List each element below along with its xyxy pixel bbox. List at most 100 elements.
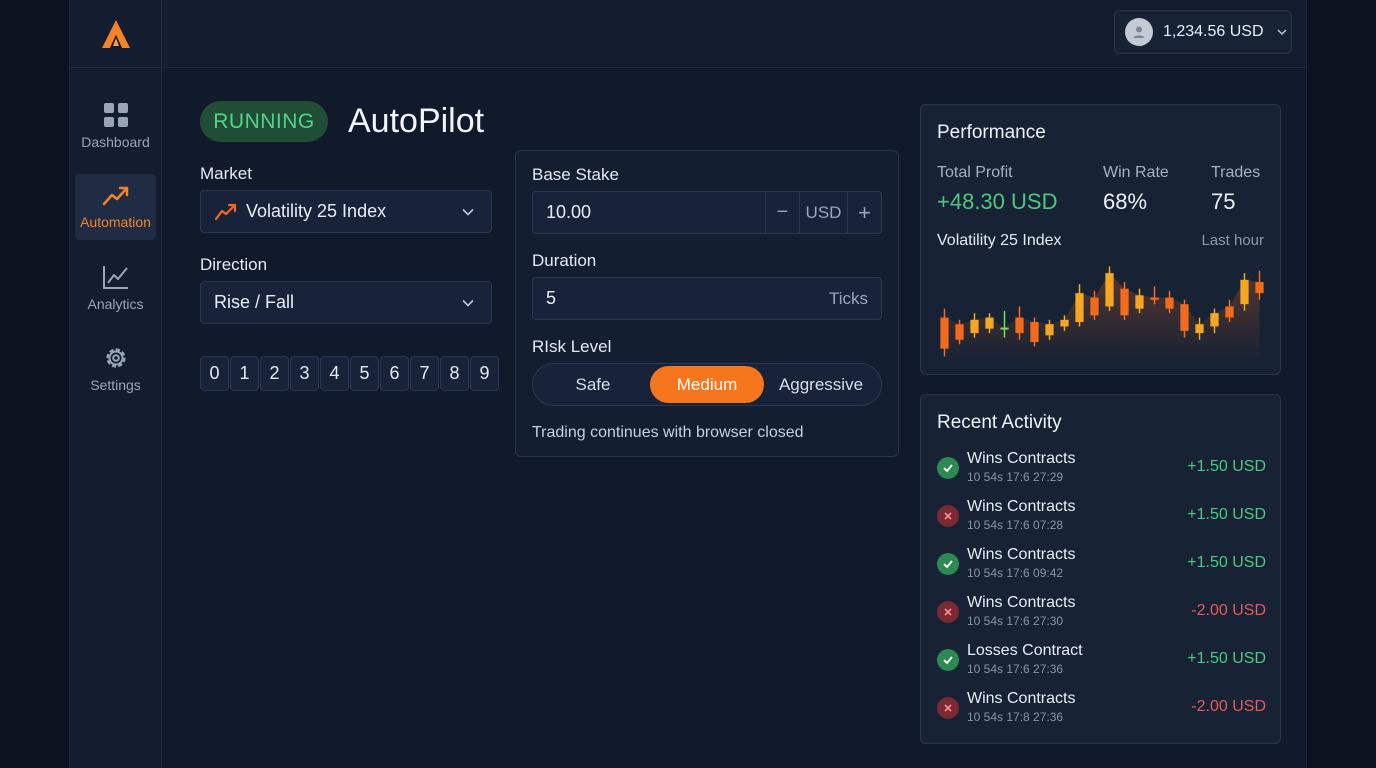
candle-body <box>970 319 979 334</box>
digit-button[interactable]: 3 <box>290 356 319 391</box>
risk-level-toggle: Safe Medium Aggressive <box>532 363 882 406</box>
candle-body <box>1120 288 1129 316</box>
page-title: AutoPilot <box>348 102 485 140</box>
top-bar: 1,234.56 USD <box>70 0 1306 68</box>
sidebar-item-settings[interactable]: Settings <box>75 336 156 402</box>
check-icon <box>937 553 959 575</box>
direction-value: Rise / Fall <box>214 292 295 312</box>
market-select[interactable]: Volatility 25 Index <box>200 190 492 233</box>
activity-time: 10 54s 17:6 09:42 <box>967 566 1064 580</box>
duration-label: Duration <box>532 251 597 270</box>
candle-body <box>1030 322 1039 342</box>
digit-button[interactable]: 0 <box>200 356 229 391</box>
win-rate-value: 68% <box>1103 189 1148 214</box>
chevron-down-icon <box>462 299 474 307</box>
chart-market-label: Volatility 25 Index <box>937 232 1062 249</box>
activity-time: 10 54s 17:6 27:30 <box>967 614 1064 628</box>
chart-range-label: Last hour <box>1201 232 1264 249</box>
close-icon <box>937 505 959 527</box>
chevron-down-icon <box>1276 29 1287 36</box>
candle-body <box>1135 295 1144 309</box>
list-item[interactable]: Wins Contracts 10 54s 17:6 09:42 +1.50 U… <box>937 546 1274 586</box>
risk-option-medium[interactable]: Medium <box>650 366 764 403</box>
list-item[interactable]: Wins Contracts 10 54s 17:6 27:29 +1.50 U… <box>937 450 1274 490</box>
digit-button[interactable]: 9 <box>470 356 499 391</box>
chart-line-icon <box>102 266 128 289</box>
risk-option-safe[interactable]: Safe <box>536 366 650 403</box>
candle-body <box>985 317 994 329</box>
base-stake-input[interactable]: 10.00 <box>533 192 765 233</box>
list-item[interactable]: Wins Contracts 10 54s 17:6 27:30 -2.00 U… <box>937 594 1274 634</box>
digit-button[interactable]: 7 <box>410 356 439 391</box>
candle-body <box>1015 317 1024 334</box>
trend-up-icon <box>102 186 128 206</box>
candle-body <box>1165 297 1174 309</box>
candle-body <box>1075 293 1084 322</box>
candle-body <box>1180 304 1189 331</box>
digit-button[interactable]: 5 <box>350 356 379 391</box>
candle-body <box>1210 313 1219 327</box>
activity-amount: -2.00 USD <box>1191 698 1266 715</box>
increment-button[interactable]: + <box>847 192 881 233</box>
sidebar-item-label: Automation <box>80 214 151 230</box>
candle-body <box>1000 327 1009 330</box>
candle-body <box>940 317 949 349</box>
app-window: 1,234.56 USD Dashboard Automation Analyt… <box>69 0 1307 768</box>
candlestick-chart <box>940 266 1264 362</box>
activity-time: 10 54s 17:6 27:36 <box>967 662 1064 676</box>
logo[interactable] <box>70 0 162 68</box>
total-profit-value: +48.30 USD <box>937 189 1058 214</box>
digit-button[interactable]: 8 <box>440 356 469 391</box>
base-stake-label: Base Stake <box>532 165 619 184</box>
performance-title: Performance <box>937 122 1046 143</box>
candle-body <box>1045 324 1054 336</box>
recent-activity-card: Recent Activity Wins Contracts 10 54s 17… <box>920 394 1281 744</box>
sidebar-item-dashboard[interactable]: Dashboard <box>75 93 156 159</box>
sidebar-item-label: Analytics <box>87 296 144 312</box>
activity-time: 10 54s 17:6 27:29 <box>967 470 1064 484</box>
sidebar-item-label: Settings <box>90 377 141 393</box>
list-item[interactable]: Wins Contracts 10 54s 17:6 07:28 +1.50 U… <box>937 498 1274 538</box>
activity-title: Losses Contract <box>967 642 1083 659</box>
activity-amount: +1.50 USD <box>1187 458 1266 475</box>
config-card: Base Stake 10.00 − USD + Duration 5 Tick… <box>515 150 899 457</box>
balance-value: 1,234.56 USD <box>1163 23 1264 40</box>
risk-option-aggressive[interactable]: Aggressive <box>764 366 878 403</box>
digit-button[interactable]: 2 <box>260 356 289 391</box>
activity-title: Wins Contracts <box>967 450 1076 467</box>
user-icon <box>1133 26 1145 38</box>
check-icon <box>937 457 959 479</box>
candle-body <box>1240 279 1249 305</box>
activity-title: Wins Contracts <box>967 690 1076 707</box>
duration-input[interactable]: 5 Ticks <box>532 277 882 320</box>
digit-button[interactable]: 6 <box>380 356 409 391</box>
list-item[interactable]: Losses Contract 10 54s 17:6 27:36 +1.50 … <box>937 642 1274 682</box>
list-item[interactable]: Wins Contracts 10 54s 17:8 27:36 -2.00 U… <box>937 690 1274 730</box>
balance-dropdown[interactable]: 1,234.56 USD <box>1114 10 1292 54</box>
base-stake-input-group: 10.00 − USD + <box>532 191 882 234</box>
decrement-button[interactable]: − <box>765 192 799 233</box>
digit-selector: 0 1 2 3 4 5 6 7 8 9 <box>200 356 499 391</box>
total-profit-label: Total Profit <box>937 164 1013 181</box>
sidebar-item-automation[interactable]: Automation <box>75 174 156 240</box>
digit-button[interactable]: 4 <box>320 356 349 391</box>
gear-icon <box>105 348 126 368</box>
direction-select[interactable]: Rise / Fall <box>200 281 492 324</box>
sidebar-item-label: Dashboard <box>81 134 150 150</box>
trades-value: 75 <box>1211 189 1236 214</box>
win-rate-label: Win Rate <box>1103 164 1169 181</box>
status-badge: RUNNING <box>200 101 328 142</box>
candle-body <box>1060 319 1069 327</box>
market-value: Volatility 25 Index <box>246 201 387 221</box>
activity-title: Wins Contracts <box>967 594 1076 611</box>
sidebar-item-analytics[interactable]: Analytics <box>75 255 156 321</box>
trades-label: Trades <box>1211 164 1261 181</box>
candle-body <box>1225 306 1234 318</box>
sidebar: Dashboard Automation Analytics Settings <box>70 68 162 768</box>
chevron-down-icon <box>462 208 474 216</box>
check-icon <box>937 649 959 671</box>
performance-card: Performance Total Profit +48.30 USD Win … <box>920 104 1281 375</box>
digit-button[interactable]: 1 <box>230 356 259 391</box>
activity-amount: +1.50 USD <box>1187 650 1266 667</box>
candle-body <box>1255 282 1264 294</box>
